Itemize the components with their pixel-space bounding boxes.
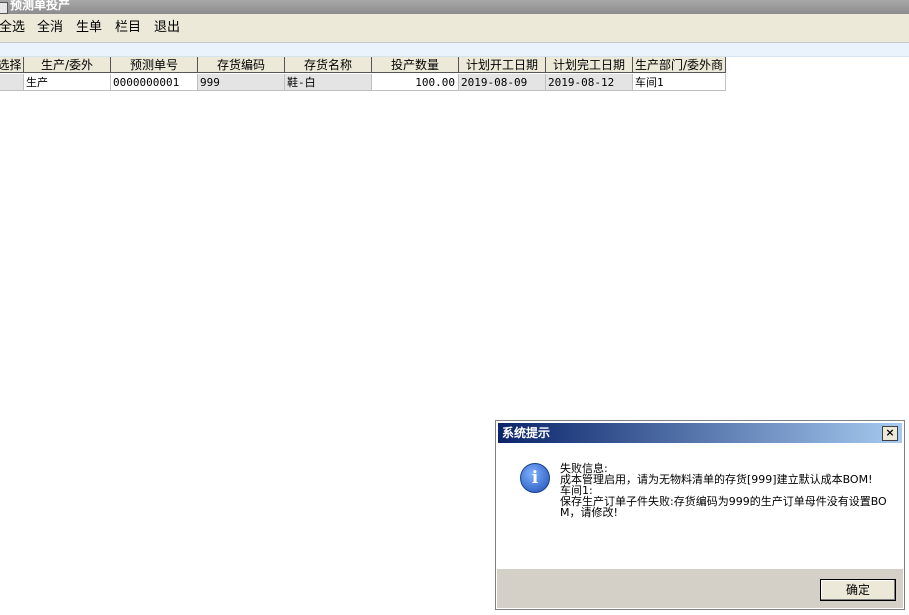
col-header-type[interactable]: 生产/委外 bbox=[24, 57, 111, 73]
toolbar: 全选 全消 生单 栏目 退出 bbox=[0, 14, 909, 43]
window-title-bar: 预测单投产 bbox=[0, 0, 909, 14]
col-header-item-name[interactable]: 存货名称 bbox=[285, 57, 372, 73]
generate-order-button[interactable]: 生单 bbox=[74, 20, 104, 36]
cell-department[interactable]: 车间1 bbox=[633, 74, 726, 91]
columns-button[interactable]: 栏目 bbox=[113, 20, 143, 36]
col-header-select[interactable]: 选择 bbox=[0, 57, 24, 73]
dialog-title-bar: 系统提示 × bbox=[498, 423, 902, 443]
cell-plan-end[interactable]: 2019-08-12 bbox=[546, 74, 633, 91]
dialog-message: 失败信息: 成本管理启用，请为无物料清单的存货[999]建立默认成本BOM! 车… bbox=[560, 462, 887, 519]
ok-button[interactable]: 确定 bbox=[820, 579, 896, 601]
col-header-item-code[interactable]: 存货编码 bbox=[198, 57, 285, 73]
col-header-plan-start[interactable]: 计划开工日期 bbox=[459, 57, 546, 73]
dialog-footer: 确定 bbox=[497, 569, 903, 608]
dialog-title: 系统提示 bbox=[502, 426, 551, 440]
col-header-quantity[interactable]: 投产数量 bbox=[372, 57, 459, 73]
cell-select[interactable] bbox=[0, 74, 24, 91]
system-prompt-dialog: 系统提示 × i 失败信息: 成本管理启用，请为无物料清单的存货[999]建立默… bbox=[495, 420, 905, 610]
filter-strip bbox=[0, 43, 909, 57]
col-header-plan-end[interactable]: 计划完工日期 bbox=[546, 57, 633, 73]
cell-item-name[interactable]: 鞋-白 bbox=[285, 74, 372, 91]
col-header-forecast-no[interactable]: 预测单号 bbox=[111, 57, 198, 73]
info-icon: i bbox=[520, 463, 550, 493]
cell-forecast-no[interactable]: 0000000001 bbox=[111, 74, 198, 91]
cell-item-code[interactable]: 999 bbox=[198, 74, 285, 91]
cell-plan-start[interactable]: 2019-08-09 bbox=[459, 74, 546, 91]
exit-button[interactable]: 退出 bbox=[152, 20, 182, 36]
deselect-all-button[interactable]: 全消 bbox=[35, 20, 65, 36]
cell-quantity[interactable]: 100.00 bbox=[372, 74, 459, 91]
window-icon bbox=[0, 2, 8, 14]
select-all-button[interactable]: 全选 bbox=[0, 20, 27, 36]
window-title: 预测单投产 bbox=[10, 0, 71, 12]
close-icon[interactable]: × bbox=[882, 426, 898, 441]
cell-type[interactable]: 生产 bbox=[24, 74, 111, 91]
col-header-department[interactable]: 生产部门/委外商 bbox=[633, 57, 726, 73]
